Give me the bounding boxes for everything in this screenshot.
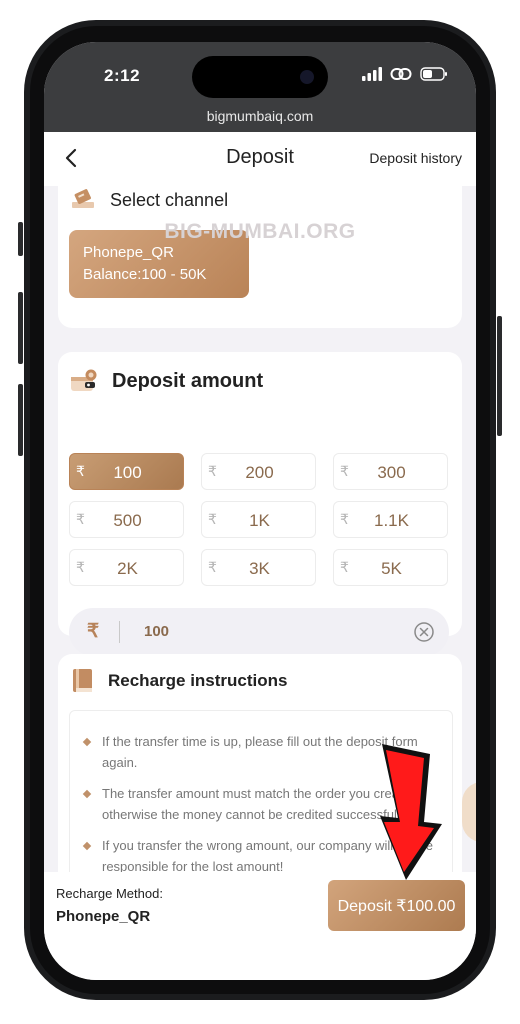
amount-option-value: 1.1K — [374, 511, 409, 530]
dynamic-island — [192, 56, 328, 98]
input-divider — [119, 621, 120, 643]
channel-balance: Balance:100 - 50K — [83, 266, 207, 283]
amount-option-100[interactable]: ₹ 100 — [69, 453, 184, 490]
diamond-bullet-icon — [82, 841, 92, 851]
signal-icon — [362, 67, 382, 81]
amount-option-value: 1K — [249, 511, 270, 530]
mute-switch — [18, 222, 23, 256]
battery-icon — [420, 67, 447, 81]
amount-option-value: 500 — [113, 511, 142, 530]
amount-option-5k[interactable]: ₹ 5K — [333, 549, 448, 586]
status-time: 2:12 — [104, 66, 141, 85]
deposit-history-link[interactable]: Deposit history — [369, 150, 462, 166]
instructions-heading: Recharge instructions — [72, 668, 288, 694]
amount-option-value: 100 — [113, 463, 142, 482]
book-icon — [73, 669, 92, 692]
select-channel-card: Select channel Phonepe_QR Balance:100 - … — [58, 186, 462, 328]
status-bar: 2:12 bigmumbaiq.com — [44, 42, 476, 132]
volume-down-button — [18, 384, 23, 456]
channel-card-icon — [72, 189, 94, 208]
channel-name: Phonepe_QR — [83, 244, 174, 261]
deposit-amount-heading: Deposit amount — [70, 368, 263, 394]
volume-up-button — [18, 292, 23, 364]
amount-input-value: 100 — [144, 623, 170, 640]
floating-service-button[interactable] — [462, 782, 476, 842]
input-rupee-icon: ₹ — [87, 621, 100, 642]
red-arrow-annotation-icon — [380, 744, 442, 880]
select-channel-title: Select channel — [110, 189, 229, 210]
amount-option-value: 5K — [381, 559, 402, 578]
home-indicator-area — [44, 944, 476, 980]
page-header: Deposit Deposit history — [44, 132, 476, 186]
phone-screen: 2:12 bigmumbaiq.com Deposit Deposit hist… — [44, 42, 476, 980]
select-channel-heading: Select channel — [70, 188, 228, 212]
amount-input-field[interactable]: ₹ 100 — [69, 608, 449, 656]
clear-icon[interactable] — [413, 621, 435, 643]
diamond-bullet-icon — [82, 789, 92, 799]
link-icon — [390, 68, 412, 80]
recharge-method-label: Recharge Method: — [56, 886, 163, 901]
wallet-coins-icon — [71, 369, 97, 391]
deposit-amount-title: Deposit amount — [112, 369, 264, 392]
amount-option-3k[interactable]: ₹ 3K — [201, 549, 316, 586]
status-icons — [362, 66, 448, 82]
watermark-text: BIG-MUMBAI.ORG — [164, 220, 356, 243]
recharge-method-value: Phonepe_QR — [56, 908, 151, 925]
amount-option-value: 2K — [117, 559, 138, 578]
amount-option-2k[interactable]: ₹ 2K — [69, 549, 184, 586]
power-button — [497, 316, 502, 436]
amount-option-1-1k[interactable]: ₹ 1.1K — [333, 501, 448, 538]
deposit-amount-card: Deposit amount ₹ 100 ₹ 200 ₹ 300 ₹ 500 ₹… — [58, 352, 462, 656]
amount-option-value: 200 — [245, 463, 274, 482]
amount-option-1k[interactable]: ₹ 1K — [201, 501, 316, 538]
amount-option-500[interactable]: ₹ 500 — [69, 501, 184, 538]
instructions-title: Recharge instructions — [108, 671, 288, 690]
browser-url[interactable]: bigmumbaiq.com — [44, 108, 476, 124]
amount-option-value: 300 — [377, 463, 406, 482]
amount-option-300[interactable]: ₹ 300 — [333, 453, 448, 490]
amount-option-value: 3K — [249, 559, 270, 578]
amount-option-200[interactable]: ₹ 200 — [201, 453, 316, 490]
diamond-bullet-icon — [82, 737, 92, 747]
camera-icon — [300, 70, 314, 84]
